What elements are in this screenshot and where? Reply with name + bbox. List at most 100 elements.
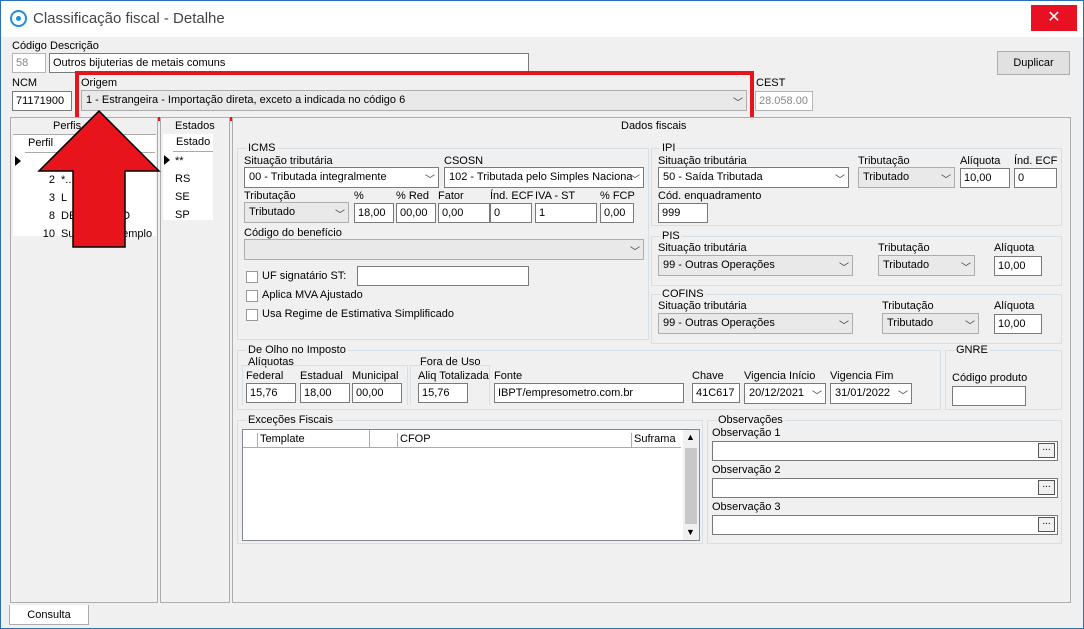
icms-ind-ecf-field[interactable]: 0 [490,203,532,223]
ipi-situacao-label: Situação tributária [658,155,747,167]
codigo-field[interactable]: 58 [12,53,46,73]
iva-st-label: IVA - ST [535,190,576,202]
olho-group: De Olho no Imposto Alíquotas Federal 15,… [237,344,941,410]
chevron-down-icon: ﹀ [425,175,435,186]
fonte-field[interactable]: IBPT/empresometro.com.br [494,383,684,403]
chave-field[interactable]: 41C617 [692,383,740,403]
chevron-down-icon: ﹀ [961,263,971,274]
ipi-title: IPI [660,142,678,154]
icms-tributacao-select[interactable]: Tributado ﹀ [244,202,349,223]
dados-fiscais-panel: Dados fiscais ICMS Situação tributária 0… [232,117,1071,603]
cest-field[interactable]: 28.058.00 [755,91,813,111]
ipi-situacao-select[interactable]: 50 - Saída Tributada ﹀ [658,167,849,188]
current-row-icon [164,155,170,165]
template-column-header[interactable]: Template [257,433,369,447]
pct-fcp-field[interactable]: 0,00 [600,203,634,223]
obs3-ellipsis-button[interactable]: ... [1038,517,1055,532]
pis-tributacao-select[interactable]: Tributado ﹀ [878,255,975,276]
uf-signatario-label: UF signatário ST: [262,270,347,282]
fora-uso-frame [410,365,490,405]
icms-fator-label: Fator [438,190,464,202]
obs1-ellipsis-button[interactable]: ... [1038,443,1055,458]
cofins-aliquota-label: Alíquota [994,300,1035,312]
vigencia-fim-select[interactable]: 31/01/2022 ﹀ [830,383,912,404]
obs1-label: Observação 1 [712,427,781,439]
vigencia-inicio-select[interactable]: 20/12/2021 ﹀ [744,383,826,404]
ipi-aliquota-field[interactable]: 10,00 [960,168,1010,188]
ipi-tributacao-select[interactable]: Tributado ﹀ [858,167,955,188]
cofins-situacao-select[interactable]: 99 - Outras Operações ﹀ [658,313,853,334]
codigo-label: Código [12,40,47,52]
estimativa-checkbox[interactable] [246,309,258,321]
estado-cell[interactable]: SP [175,209,190,221]
csosn-select[interactable]: 102 - Tributada pelo Simples Naciona ﹀ [444,167,644,188]
estado-cell[interactable]: SE [175,191,190,203]
icms-group: ICMS Situação tributária 00 - Tributada … [237,142,649,340]
cofins-tributacao-value: Tributado [887,317,934,329]
obs1-field[interactable] [712,441,1058,461]
pis-situacao-label: Situação tributária [658,242,747,254]
csosn-label: CSOSN [444,155,484,167]
ipi-tributacao-value: Tributado [863,171,910,183]
iva-st-field[interactable]: 1 [535,203,597,223]
pis-aliquota-field[interactable]: 10,00 [994,256,1042,276]
icms-tributacao-value: Tributado [249,206,296,218]
cofins-tributacao-label: Tributação [882,300,934,312]
estados-grid[interactable]: Estado ** RS SE SP [163,134,213,221]
obs3-field[interactable] [712,515,1058,535]
csosn-value: 102 - Tributada pelo Simples Naciona [449,171,633,183]
beneficio-select[interactable]: ﹀ [244,239,644,260]
mva-label: Aplica MVA Ajustado [262,289,363,301]
obs2-field[interactable] [712,478,1058,498]
descricao-field[interactable]: Outros bijuterias de metais comuns [49,53,529,73]
cofins-tributacao-select[interactable]: Tributado ﹀ [882,313,979,334]
uf-signatario-field[interactable] [357,266,529,286]
ipi-tributacao-label: Tributação [858,155,910,167]
ncm-field[interactable]: 71171900 [12,91,72,111]
estado-cell[interactable]: ** [175,155,184,167]
duplicar-button[interactable]: Duplicar [997,51,1070,75]
estado-column-header[interactable]: Estado [173,134,213,152]
obs2-ellipsis-button[interactable]: ... [1038,480,1055,495]
beneficio-label: Código do benefício [244,227,342,239]
pct-fcp-label: % FCP [600,190,635,202]
ipi-ind-ecf-field[interactable]: 0 [1014,168,1057,188]
cfop-column-header[interactable]: CFOP [397,433,631,447]
highlight-box [75,71,754,121]
codigo-produto-field[interactable] [952,386,1026,406]
ipi-ind-ecf-label: Índ. ECF [1014,155,1058,167]
cofins-aliquota-field[interactable]: 10,00 [994,314,1042,334]
icms-situacao-value: 00 - Tributada integralmente [249,171,387,183]
scroll-up-icon[interactable]: ▲ [686,432,695,442]
pis-group: PIS Situação tributária 99 - Outras Oper… [651,230,1062,286]
chevron-down-icon: ﹀ [630,247,640,258]
icms-pct-field[interactable]: 18,00 [354,203,394,223]
excecoes-grid[interactable]: Template CFOP Suframa ▲ ▼ [242,429,700,541]
scroll-down-icon[interactable]: ▼ [686,527,695,537]
chevron-down-icon: ﹀ [812,391,822,402]
column-divider [369,430,397,448]
icms-pct-red-field[interactable]: 00,00 [396,203,436,223]
suframa-column-header[interactable]: Suframa [631,433,681,447]
estado-cell[interactable]: RS [175,173,190,185]
uf-signatario-checkbox[interactable] [246,271,258,283]
pis-title: PIS [660,230,682,242]
chevron-down-icon: ﹀ [630,175,640,186]
chevron-down-icon: ﹀ [839,321,849,332]
tab-consulta[interactable]: Consulta [9,605,89,625]
vertical-scrollbar[interactable]: ▲ ▼ [683,430,699,540]
scroll-thumb[interactable] [685,448,697,524]
obs2-label: Observação 2 [712,464,781,476]
gnre-group: GNRE Código produto [945,344,1062,410]
pis-situacao-select[interactable]: 99 - Outras Operações ﹀ [658,255,853,276]
cofins-situacao-value: 99 - Outras Operações [663,317,775,329]
vigencia-inicio-value: 20/12/2021 [749,387,805,399]
pis-aliquota-label: Alíquota [994,242,1035,254]
ipi-aliquota-label: Alíquota [960,155,1001,167]
icms-fator-field[interactable]: 0,00 [438,203,490,223]
icms-situacao-select[interactable]: 00 - Tributada integralmente ﹀ [244,167,439,188]
icms-situacao-label: Situação tributária [244,155,333,167]
mva-checkbox[interactable] [246,290,258,302]
close-button[interactable]: ✕ [1031,5,1077,31]
enquadramento-field[interactable]: 999 [658,203,708,223]
